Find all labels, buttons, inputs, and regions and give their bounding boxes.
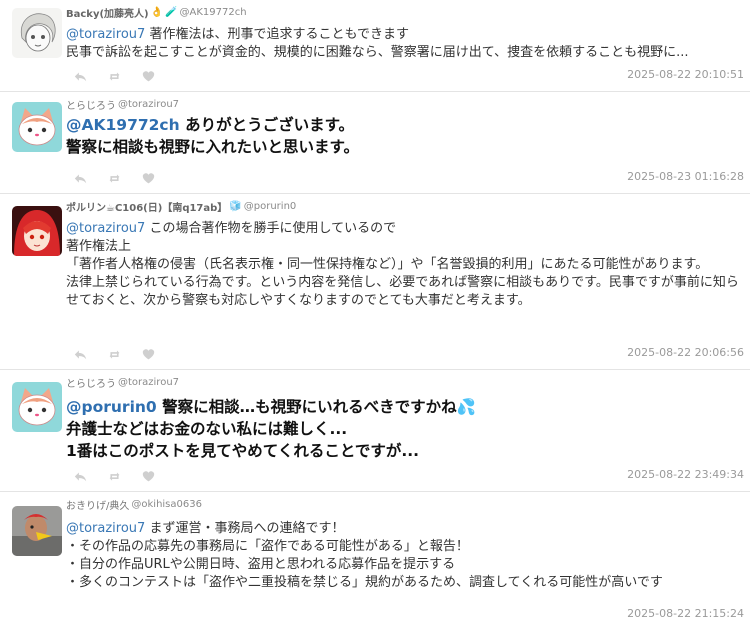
mention-link[interactable]: @torazirou7 [66,521,145,536]
display-name[interactable]: Backy(加藤亮人) [66,5,149,20]
post-text: まず運営・事務局への連絡です！ [149,521,345,536]
post-text: ・自分の作品URLや公開日時、盗用と思われる応募作品を提示する [66,557,456,572]
post-timestamp[interactable]: 2025-08-22 20:06:56 [627,346,744,359]
display-name[interactable]: とらじろう [66,375,116,390]
post-timestamp[interactable]: 2025-08-22 23:49:34 [627,468,744,481]
post-text: 警察に相談…も視野にいれるべきですかね💦 [162,398,476,416]
post-timestamp[interactable]: 2025-08-22 21:15:24 [627,607,744,620]
post-actions [74,169,156,187]
reply-icon[interactable] [74,347,88,361]
user-avatar[interactable] [12,8,62,58]
display-name[interactable]: おきりげ/典久 [66,497,129,512]
post-body: @porurin0 警察に相談…も視野にいれるべきですかね💦 弁護士などはお金の… [66,396,744,462]
user-handle[interactable]: @porurin0 [244,201,297,212]
post-item: ポルリン☕C106(日)【南q17ab】 🧊 @porurin0 @torazi… [0,194,750,370]
post-header: とらじろう @torazirou7 [66,96,744,112]
post-header: おきりげ/典久 @okihisa0636 [66,496,744,512]
mention-link[interactable]: @AK19772ch [66,116,180,134]
post-text: 著作権法上 [66,239,132,254]
avatar-cat-icon [12,382,62,432]
post-body: @torazirou7 この場合著作物を勝手に使用しているので 著作権法上 「著… [66,220,744,310]
post-footer: 2025-08-23 01:16:28 [66,169,744,187]
post-actions [74,345,156,363]
post-timestamp[interactable]: 2025-08-23 01:16:28 [627,170,744,183]
user-handle[interactable]: @torazirou7 [118,377,179,388]
repost-icon[interactable] [108,347,122,361]
post-header: Backy(加藤亮人) 👌 🧪 @AK19772ch [66,4,744,20]
post-text: 著作権法は、刑事で追求することもできます [149,27,409,42]
reply-icon[interactable] [74,171,88,185]
post-actions [74,467,156,485]
post-item: とらじろう @torazirou7 @AK19772ch ありがとうございます。… [0,92,750,194]
avatar-photo-icon [12,506,62,556]
post-text: ・多くのコンテストは「盗作や二重投稿を禁じる」規約があるため、調査してくれる可能… [66,575,663,590]
mention-link[interactable]: @porurin0 [66,398,157,416]
post-footer: 2025-08-22 21:15:24 [66,606,744,624]
post-footer: 2025-08-22 20:10:51 [66,67,744,85]
post-text: 法律上禁じられている行為です。という内容を発信し、必要であれば警察に相談もありで… [66,275,739,308]
post-body: @torazirou7 まず運営・事務局への連絡です！ ・その作品の応募先の事務… [66,520,744,592]
user-avatar[interactable] [12,382,62,432]
emoji: 🧊 [229,200,242,212]
post-text: 弁護士などはお金のない私には難しく... [66,420,348,438]
user-avatar[interactable] [12,506,62,556]
post-footer: 2025-08-22 20:06:56 [66,345,744,363]
post-text: この場合著作物を勝手に使用しているので [149,221,397,236]
avatar-cat-icon [12,102,62,152]
user-avatar[interactable] [12,206,62,256]
reply-icon[interactable] [74,69,88,83]
heart-icon[interactable] [142,469,156,483]
post-timestamp[interactable]: 2025-08-22 20:10:51 [627,68,744,81]
heart-icon[interactable] [142,69,156,83]
repost-icon[interactable] [108,69,122,83]
emoji: 👌 [150,6,164,18]
user-handle[interactable]: @okihisa0636 [131,499,202,510]
heart-icon[interactable] [142,171,156,185]
post-text: 民事で訴訟を起こすことが資金的、規模的に困難なら、警察署に届け出て、捜査を依頼す… [66,45,689,60]
display-name[interactable]: ポルリン☕C106(日)【南q17ab】 [66,199,227,214]
post-body: @AK19772ch ありがとうございます。 警察に相談も視野に入れたいと思いま… [66,114,744,158]
emoji: 🧪 [165,6,178,18]
post-actions [74,67,156,85]
mention-link[interactable]: @torazirou7 [66,221,145,236]
mention-link[interactable]: @torazirou7 [66,27,145,42]
post-text: 警察に相談も視野に入れたいと思います。 [66,138,359,156]
repost-icon[interactable] [108,469,122,483]
heart-icon[interactable] [142,347,156,361]
post-header: ポルリン☕C106(日)【南q17ab】 🧊 @porurin0 [66,198,744,214]
post-item: おきりげ/典久 @okihisa0636 @torazirou7 まず運営・事務… [0,492,750,630]
post-text: 「著作者人格権の侵害（氏名表示権・同一性保持権など）」や「名誉毀損的利用」にあた… [66,257,709,272]
post-text: 1番はこのポストを見てやめてくれることですが... [66,442,420,460]
display-name[interactable]: とらじろう [66,97,116,112]
user-avatar[interactable] [12,102,62,152]
avatar-anime-icon [12,206,62,256]
post-text: ありがとうございます。 [185,116,355,134]
repost-icon[interactable] [108,171,122,185]
post-item: とらじろう @torazirou7 @porurin0 警察に相談…も視野にいれ… [0,370,750,492]
post-text: ・その作品の応募先の事務局に「盗作である可能性がある」と報告！ [66,539,469,554]
post-header: とらじろう @torazirou7 [66,374,744,390]
post-footer: 2025-08-22 23:49:34 [66,467,744,485]
user-handle[interactable]: @AK19772ch [180,7,247,18]
user-handle[interactable]: @torazirou7 [118,99,179,110]
avatar-sketch-icon [12,8,62,58]
post-item: Backy(加藤亮人) 👌 🧪 @AK19772ch @torazirou7 著… [0,0,750,92]
post-body: @torazirou7 著作権法は、刑事で追求することもできます 民事で訴訟を起… [66,26,744,62]
reply-icon[interactable] [74,469,88,483]
